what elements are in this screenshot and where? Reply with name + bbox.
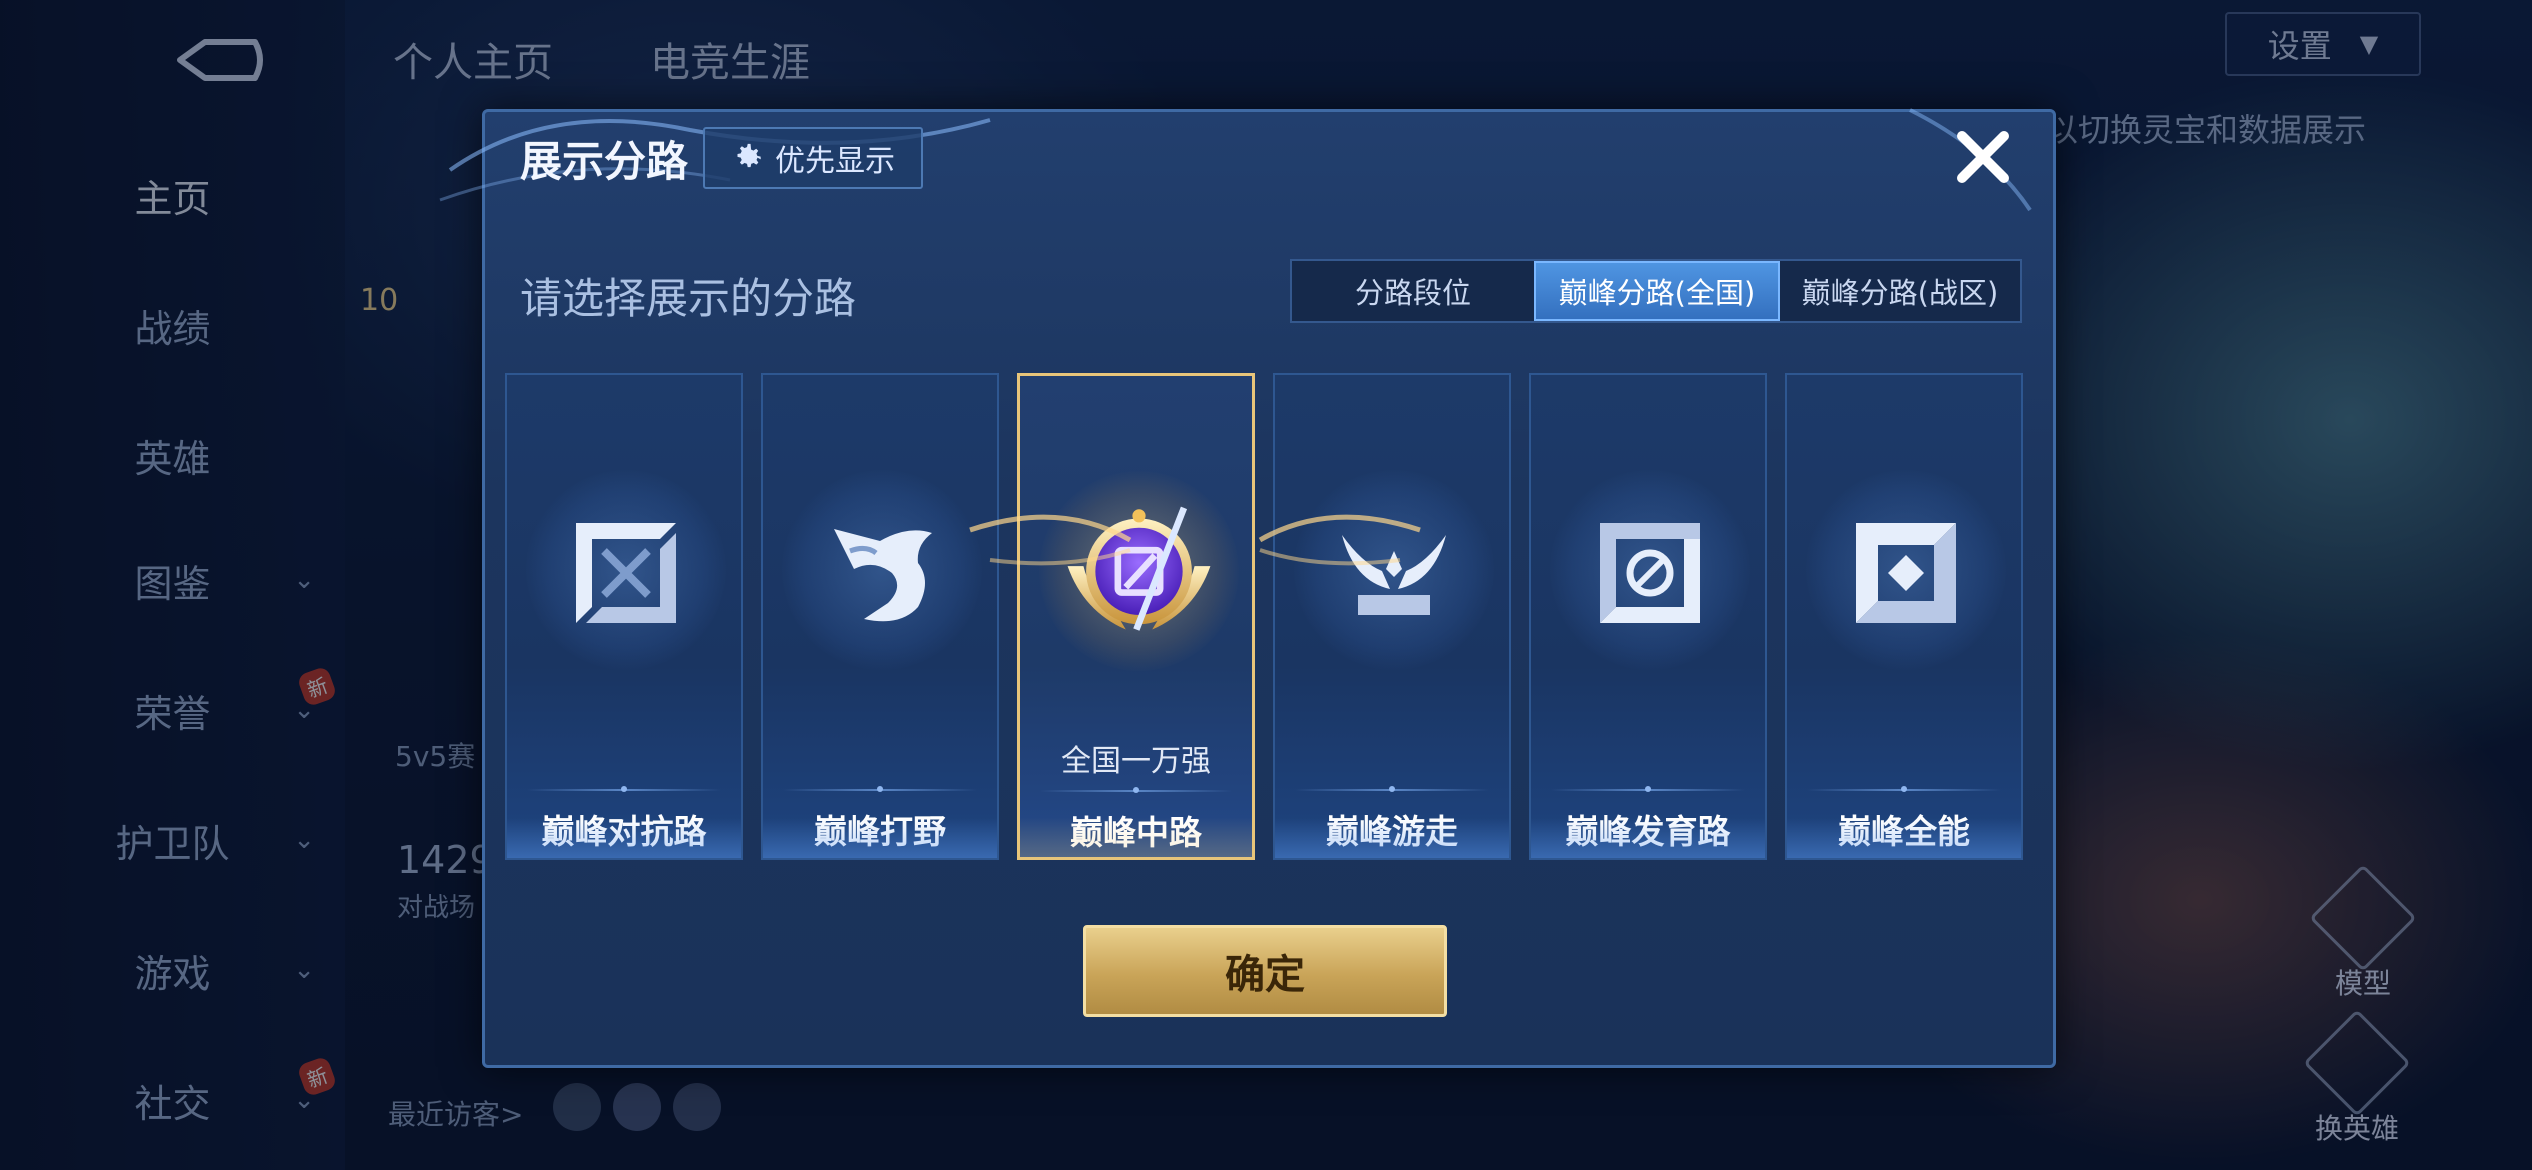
rank-text: 全国一万强	[1061, 744, 1211, 779]
mid-lane-icon	[1067, 506, 1211, 631]
priority-display-button[interactable]: 优先显示	[703, 127, 923, 189]
tab-lane-rank[interactable]: 分路段位	[1292, 261, 1534, 321]
close-icon	[1957, 131, 2009, 183]
gear-icon	[737, 143, 761, 168]
roam-icon	[1342, 535, 1446, 615]
confirm-button[interactable]: 确定	[1083, 925, 1447, 1017]
close-button[interactable]	[1948, 122, 2018, 192]
lane-card-all-round[interactable]: 巅峰全能	[1785, 373, 2023, 860]
lane-card-clash[interactable]: 巅峰对抗路	[505, 373, 743, 860]
tab-peak-lane-national[interactable]: 巅峰分路(全国)	[1534, 261, 1780, 321]
lane-type-tabs: 分路段位 巅峰分路(全国) 巅峰分路(战区)	[1290, 259, 2022, 323]
lane-card-mid[interactable]: 全国一万强 巅峰中路	[1017, 373, 1255, 860]
lane-card-jungle[interactable]: 巅峰打野	[761, 373, 999, 860]
lane-card-farm[interactable]: 巅峰发育路	[1529, 373, 1767, 860]
dialog-title: 展示分路	[520, 137, 689, 186]
priority-label: 优先显示	[775, 144, 895, 179]
lane-card-roam[interactable]: 巅峰游走	[1273, 373, 1511, 860]
farm-lane-icon	[1600, 523, 1700, 623]
jungle-icon	[834, 529, 932, 622]
dialog-subtitle: 请选择展示的分路	[520, 274, 857, 323]
tab-peak-lane-region[interactable]: 巅峰分路(战区)	[1780, 261, 2020, 321]
clash-lane-icon	[576, 523, 676, 623]
all-round-icon	[1856, 523, 1956, 623]
